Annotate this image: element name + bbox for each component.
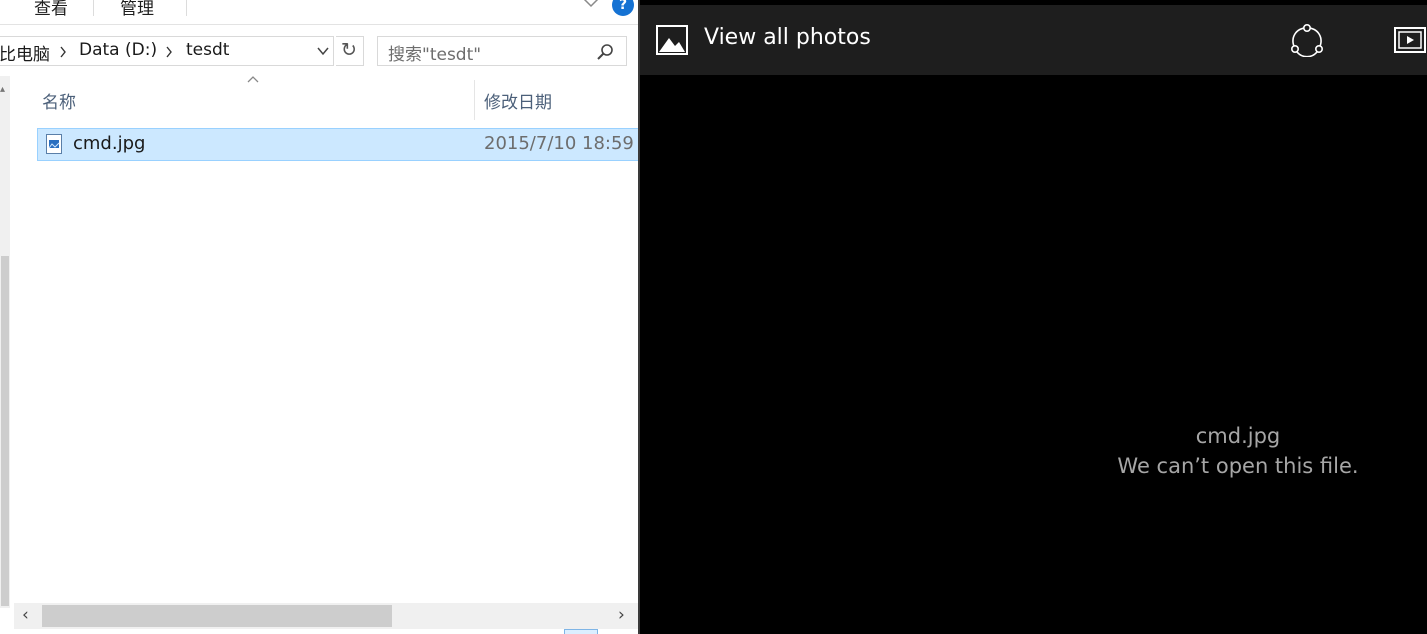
search-box[interactable]: 搜索"tesdt": [377, 36, 627, 66]
breadcrumb-chevron-icon[interactable]: [165, 46, 173, 58]
ribbon-tab-manage[interactable]: 管理: [120, 0, 154, 19]
ribbon-separator: [93, 0, 94, 16]
horizontal-scroll-thumb[interactable]: [42, 605, 392, 627]
file-modified-date: 2015/7/10 18:59: [484, 133, 634, 154]
view-all-photos-link[interactable]: View all photos: [704, 25, 871, 50]
column-divider[interactable]: [474, 80, 475, 120]
photos-app-window: View all photos cmd.jpg We can’t open th…: [638, 0, 1427, 634]
file-explorer-window: 查看 管理 ? 比电脑 Data (D:) tesdt ↻ 搜索"tesdt" …: [0, 0, 638, 634]
scroll-left-arrow-icon[interactable]: ‹: [22, 605, 29, 625]
file-name: cmd.jpg: [73, 133, 146, 154]
breadcrumb-chevron-icon[interactable]: [59, 46, 67, 58]
breadcrumb-tesdt[interactable]: tesdt: [186, 40, 229, 60]
slideshow-icon[interactable]: [1394, 27, 1426, 53]
gallery-icon[interactable]: [656, 25, 688, 55]
error-message: We can’t open this file.: [1117, 454, 1359, 478]
column-header-name[interactable]: 名称: [42, 88, 76, 113]
navigation-pane-scroll-thumb[interactable]: [1, 256, 9, 606]
breadcrumb-data-drive[interactable]: Data (D:): [79, 40, 157, 60]
sort-ascending-icon: [247, 76, 259, 83]
address-history-chevron-down-icon[interactable]: [316, 44, 330, 58]
refresh-button[interactable]: ↻: [336, 36, 364, 66]
address-bar[interactable]: 比电脑 Data (D:) tesdt: [0, 36, 334, 66]
share-icon[interactable]: [1290, 23, 1324, 57]
column-header-modified[interactable]: 修改日期: [484, 88, 552, 113]
photos-command-bar: View all photos: [640, 5, 1427, 75]
expand-ribbon-chevron-icon[interactable]: [582, 0, 600, 10]
horizontal-scrollbar[interactable]: ‹ ›: [14, 603, 638, 629]
help-button[interactable]: ?: [612, 0, 634, 16]
scroll-up-arrow-icon[interactable]: ▴: [0, 84, 5, 95]
search-icon[interactable]: [596, 43, 614, 61]
image-file-icon: [46, 134, 62, 154]
refresh-icon: ↻: [341, 39, 357, 61]
breadcrumb-this-pc[interactable]: 比电脑: [0, 40, 50, 65]
ribbon-divider: [0, 24, 638, 25]
ribbon-tab-view[interactable]: 查看: [34, 0, 68, 19]
file-row-selected[interactable]: cmd.jpg 2015/7/10 18:59: [37, 128, 638, 161]
window-edge: [638, 0, 640, 634]
view-toggle-button[interactable]: [564, 629, 598, 634]
search-input[interactable]: 搜索"tesdt": [388, 40, 481, 65]
navigation-pane-scrollbar[interactable]: ▴: [0, 76, 10, 608]
scroll-right-arrow-icon[interactable]: ›: [618, 605, 625, 625]
ribbon-separator: [186, 0, 187, 16]
error-file-name: cmd.jpg: [1195, 424, 1281, 448]
